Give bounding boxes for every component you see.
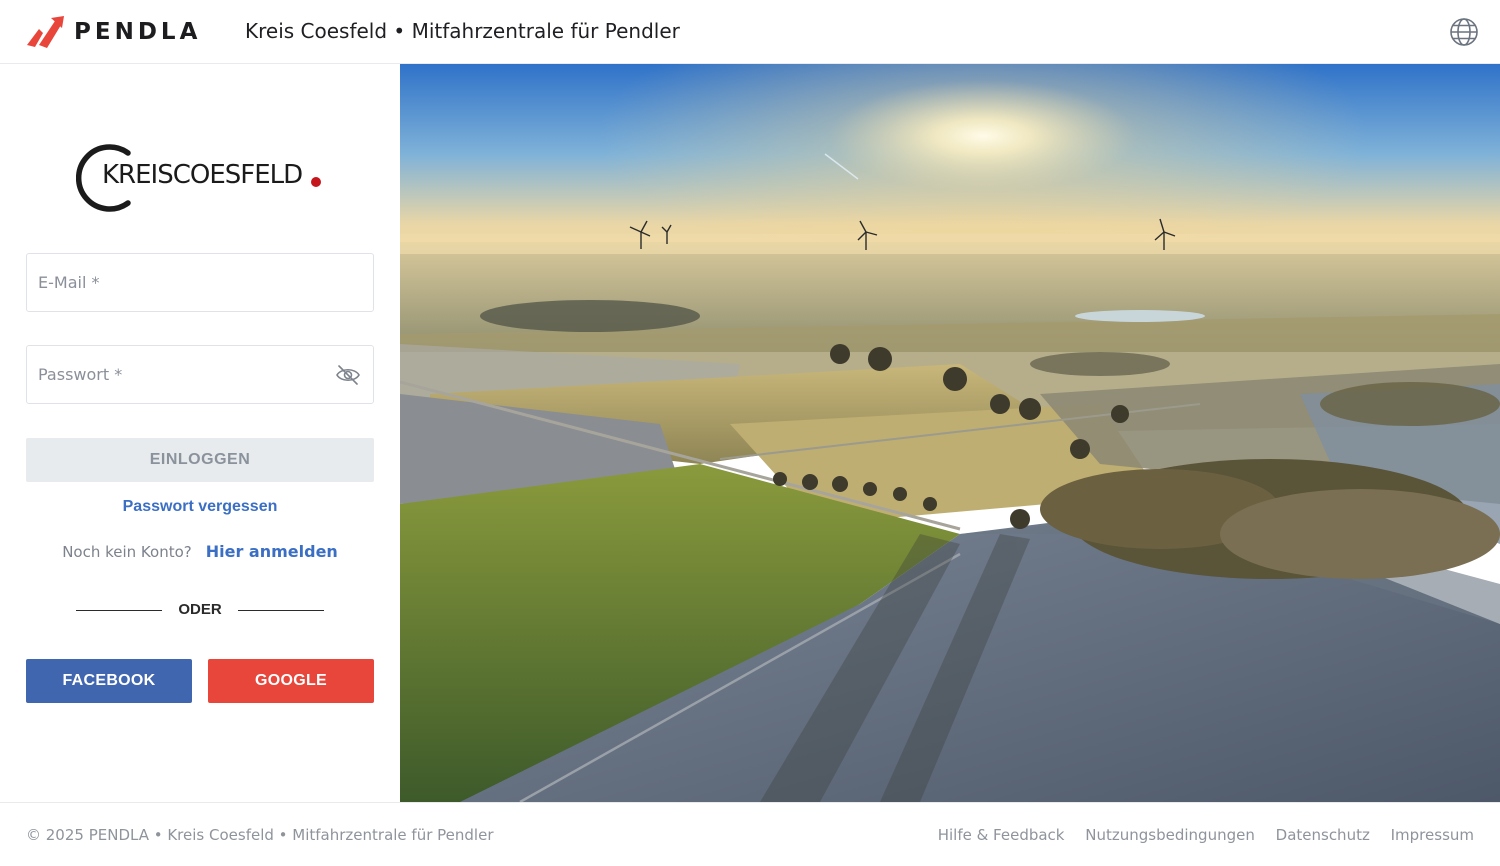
hero-landscape-image bbox=[400, 64, 1500, 802]
footer-link-imprint[interactable]: Impressum bbox=[1391, 826, 1474, 844]
password-field[interactable] bbox=[26, 345, 374, 404]
footer-link-privacy[interactable]: Datenschutz bbox=[1276, 826, 1370, 844]
footer-link-terms[interactable]: Nutzungsbedingungen bbox=[1085, 826, 1255, 844]
register-link[interactable]: Hier anmelden bbox=[206, 542, 338, 561]
eye-off-icon[interactable] bbox=[335, 363, 361, 387]
facebook-login-button[interactable]: FACEBOOK bbox=[26, 659, 192, 703]
logo-text-kreis: KREIS bbox=[102, 160, 174, 190]
pendla-logo-icon bbox=[27, 16, 64, 48]
login-button[interactable]: EINLOGGEN bbox=[26, 438, 374, 482]
logo-text-coesfeld: COESFELD bbox=[172, 160, 303, 190]
brand-name: PENDLA bbox=[74, 19, 202, 45]
footer: © 2025 PENDLA • Kreis Coesfeld • Mitfahr… bbox=[0, 802, 1500, 866]
footer-links: Hilfe & Feedback Nutzungsbedingungen Dat… bbox=[922, 826, 1474, 844]
email-field[interactable] bbox=[26, 253, 374, 312]
google-login-button[interactable]: GOOGLE bbox=[208, 659, 374, 703]
login-panel: KREISCOESFELD EINLOGGEN Passwort vergess… bbox=[0, 64, 400, 802]
forgot-password-row: Passwort vergessen bbox=[0, 498, 400, 516]
password-input[interactable] bbox=[38, 346, 328, 403]
globe-icon[interactable] bbox=[1448, 16, 1480, 48]
top-bar: PENDLA Kreis Coesfeld • Mitfahrzentrale … bbox=[0, 0, 1500, 64]
app-title: Kreis Coesfeld • Mitfahrzentrale für Pen… bbox=[245, 19, 680, 43]
logo-text: KREISCOESFELD bbox=[102, 160, 303, 190]
register-row: Noch kein Konto? Hier anmelden bbox=[0, 542, 400, 561]
divider-line-right bbox=[238, 610, 324, 611]
copyright-text: © 2025 PENDLA • Kreis Coesfeld • Mitfahr… bbox=[26, 826, 494, 844]
or-divider: ODER bbox=[76, 600, 324, 620]
forgot-password-link[interactable]: Passwort vergessen bbox=[123, 498, 278, 515]
email-input[interactable] bbox=[38, 254, 328, 311]
landscape-illustration bbox=[400, 64, 1500, 802]
kreis-coesfeld-logo: KREISCOESFELD bbox=[76, 144, 326, 212]
footer-link-help[interactable]: Hilfe & Feedback bbox=[938, 826, 1065, 844]
no-account-text: Noch kein Konto? bbox=[62, 543, 192, 561]
brand-logo[interactable]: PENDLA bbox=[25, 14, 201, 50]
